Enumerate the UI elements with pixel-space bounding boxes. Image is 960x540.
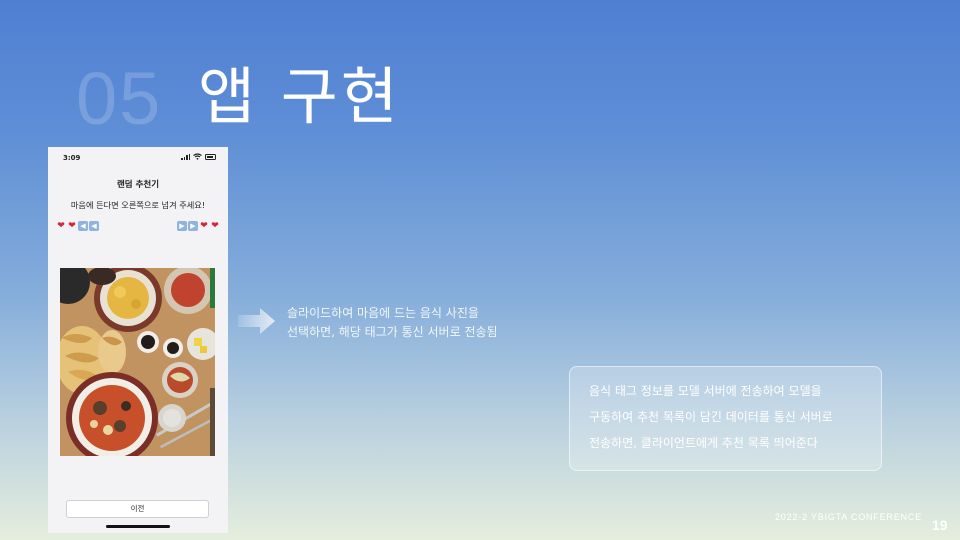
caption-line-2: 선택하면, 해당 태그가 통신 서버로 전송됨 [287,325,498,339]
food-photo [60,268,215,456]
food-photo-card[interactable] [60,268,215,456]
status-bar: 3:09 [48,147,228,169]
info-line-2: 구동하여 추천 목록이 담긴 데이터를 통신 서버로 [589,410,833,424]
arrow-right-icon: ▶ [188,221,198,231]
arrow-left-icon: ◀ [89,221,99,231]
swipe-right-hint: ▶ ▶ ❤ ❤ [177,221,220,231]
page-number: 19 [932,517,948,533]
caption-swipe-description: 슬라이드하여 마음에 드는 음식 사진을 선택하면, 해당 태그가 통신 서버로… [287,304,498,342]
footer-conference: 2022-2 YBIGTA CONFERENCE [775,512,922,522]
wifi-icon [193,153,202,160]
info-line-1: 음식 태그 정보를 모델 서버에 전송하여 모델을 [589,384,822,398]
slide: 05 앱 구현 3:09 랜덤 추천기 마음에 든다면 오른쪽으로 넘겨 주세요… [0,0,960,540]
prev-button[interactable]: 이전 [66,500,209,518]
swipe-left-hint: ❤ ❤ ◀ ◀ [56,221,99,231]
flow-arrow-icon [238,308,275,334]
phone-screenshot: 3:09 랜덤 추천기 마음에 든다면 오른쪽으로 넘겨 주세요! ❤ ❤ ◀ [48,147,228,533]
heart-icon: ❤ [211,221,219,231]
section-title: 앱 구현 [198,60,401,133]
arrow-left-icon: ◀ [78,221,88,231]
signal-icon [181,153,190,160]
arrow-right-icon: ▶ [177,221,187,231]
caption-line-1: 슬라이드하여 마음에 드는 음식 사진을 [287,306,479,320]
info-line-3: 전송하면, 클라이언트에게 추천 목록 띄어준다 [589,436,818,450]
heart-icon: ❤ [200,221,208,231]
app-subtitle: 마음에 든다면 오른쪽으로 넘겨 주세요! [70,200,206,210]
section-number: 05 [76,57,163,140]
broken-heart-icon: ❤ [57,221,65,231]
broken-heart-icon: ❤ [68,221,76,231]
battery-icon [205,153,216,160]
status-time: 3:09 [63,154,81,162]
app-title: 랜덤 추천기 [116,180,160,190]
home-indicator [106,525,170,528]
swipe-hint-row: ❤ ❤ ◀ ◀ ▶ ▶ ❤ ❤ [56,221,220,233]
model-server-info-box: 음식 태그 정보를 모델 서버에 전송하여 모델을 구동하여 추천 목록이 담긴… [569,366,882,471]
status-icons [181,153,216,160]
